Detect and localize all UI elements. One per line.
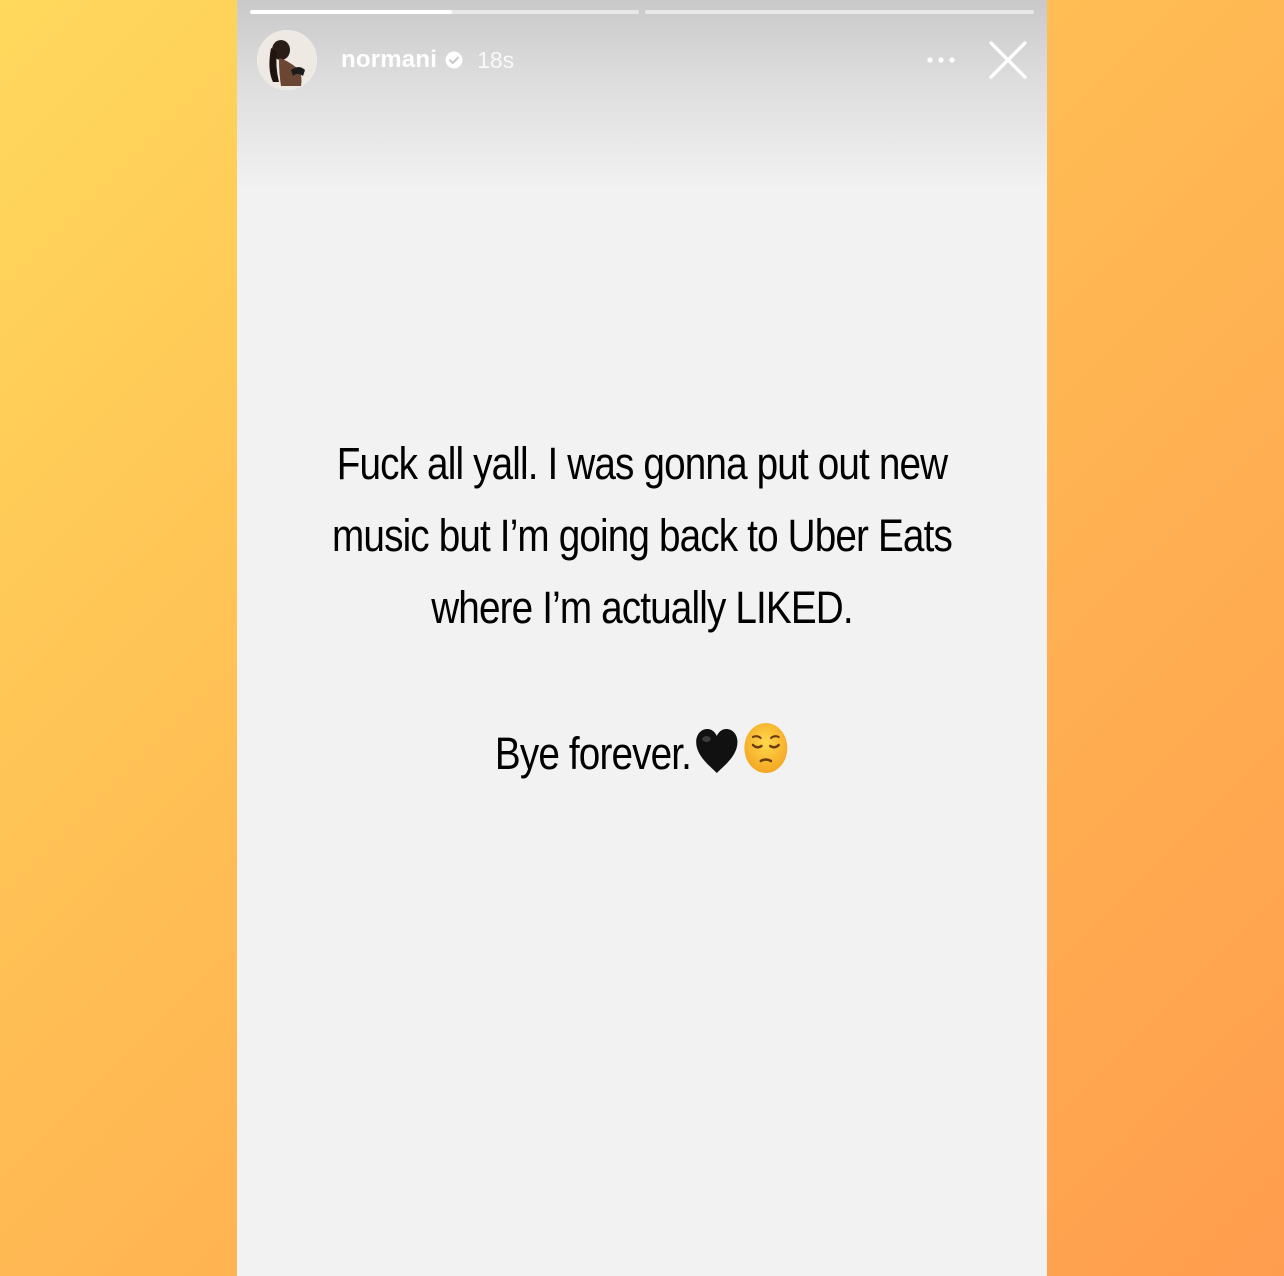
progress-segment-2 — [645, 10, 1034, 14]
story-text-line: Fuck all yall. I was gonna put out new — [336, 438, 948, 489]
more-options-button[interactable] — [919, 38, 963, 82]
story-timestamp: 18s — [477, 46, 515, 73]
story-text-line: where I’m actually LIKED. — [431, 582, 853, 633]
closing-text: Bye forever. — [494, 728, 692, 779]
text-spacer — [328, 644, 956, 718]
progress-segment-1 — [250, 10, 639, 14]
story-progress-bar — [250, 10, 1034, 14]
story-username[interactable]: normani — [341, 46, 437, 74]
verified-badge-icon — [445, 51, 463, 69]
close-button[interactable] — [983, 35, 1033, 85]
avatar-image-icon — [257, 30, 317, 90]
progress-fill — [250, 10, 453, 14]
close-icon — [989, 41, 1027, 79]
story-viewer[interactable]: normani 18s Fuck all yall. I was gonna p… — [237, 0, 1047, 1276]
story-closing-line: Bye forever. — [328, 718, 956, 796]
story-header: normani 18s — [257, 29, 1033, 91]
story-text: Fuck all yall. I was gonna put out new m… — [328, 428, 956, 796]
more-horizontal-icon — [927, 57, 955, 63]
pensive-face-icon — [743, 721, 789, 796]
story-text-line: music but I’m going back to Uber Eats — [332, 510, 953, 561]
avatar[interactable] — [257, 30, 317, 90]
black-heart-icon — [695, 724, 740, 796]
